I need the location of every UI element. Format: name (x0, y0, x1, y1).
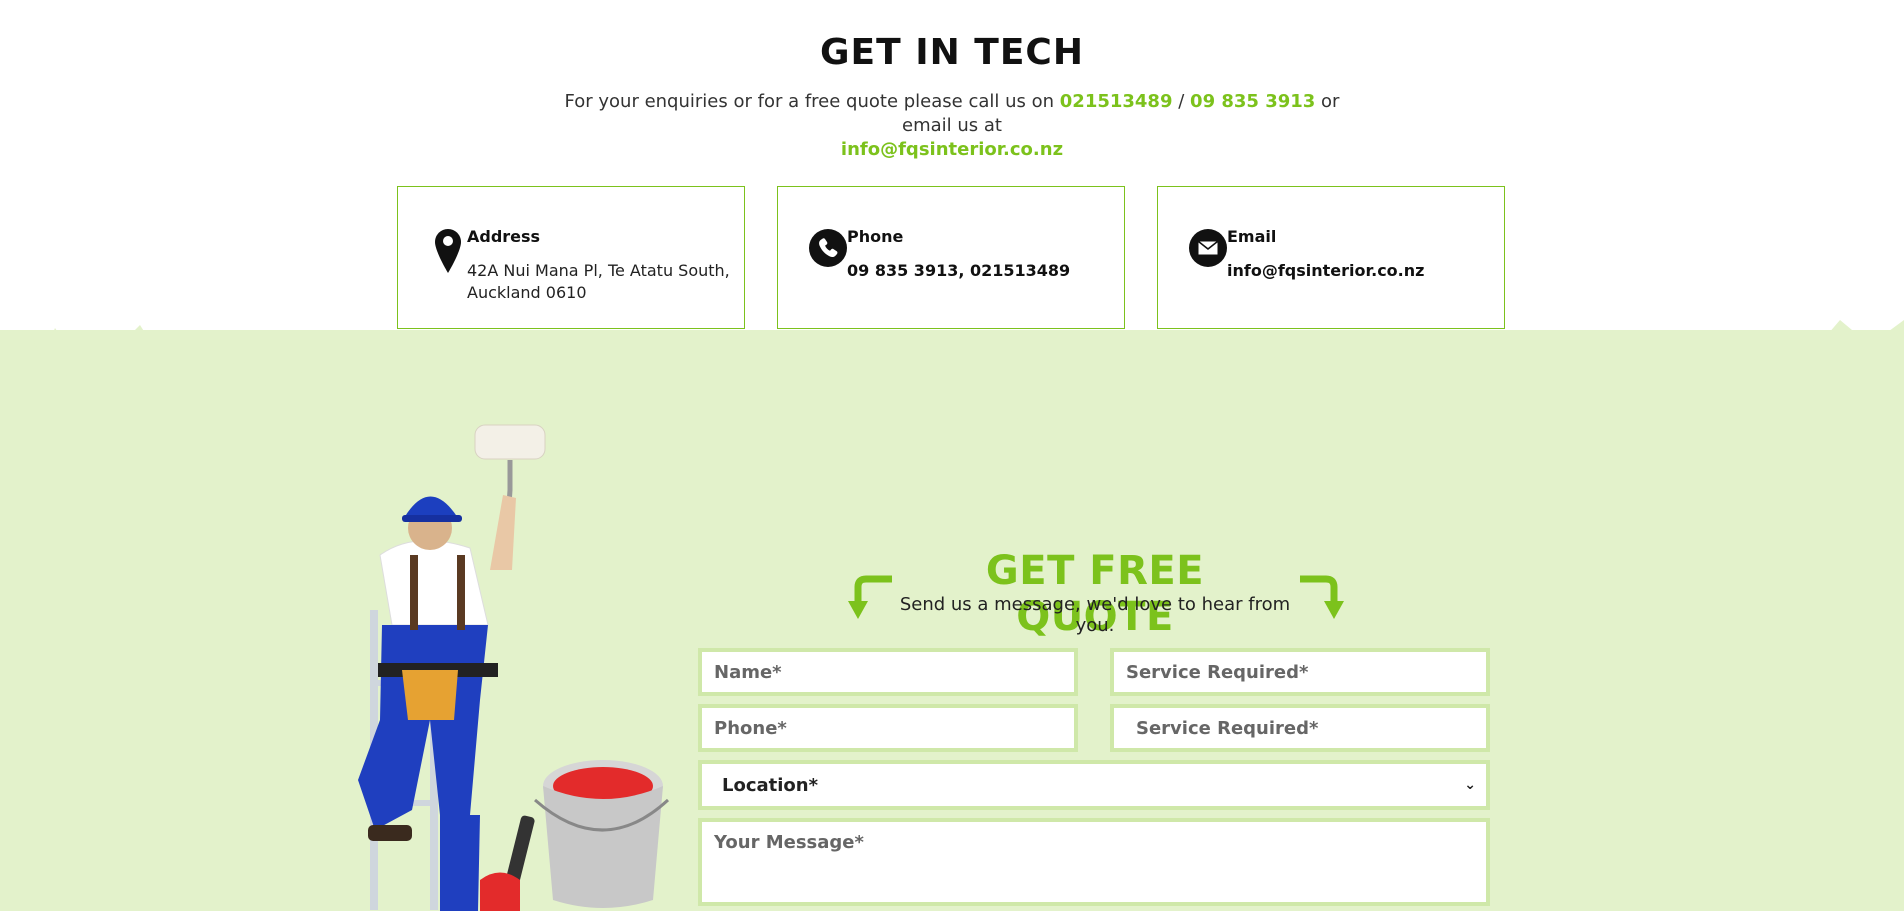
phone-link-2[interactable]: 09 835 3913 (1190, 91, 1315, 112)
service-field-2 (1110, 704, 1490, 752)
contact-section: GET IN TECH For your enquiries or for a … (0, 0, 1904, 330)
address-value: 42A Nui Mana Pl, Te Atatu South, Aucklan… (467, 261, 730, 302)
contact-title: GET IN TECH (820, 32, 1084, 73)
address-label: Address (467, 227, 541, 246)
email-label: Email (1227, 227, 1277, 246)
message-input[interactable] (702, 822, 1486, 902)
email-card: Email info@fqsinterior.co.nz (1157, 186, 1505, 329)
address-card: Address 42A Nui Mana Pl, Te Atatu South,… (397, 186, 745, 329)
email-value[interactable]: info@fqsinterior.co.nz (1227, 260, 1492, 282)
service-input-1[interactable] (1114, 652, 1486, 692)
phone-field (698, 704, 1078, 752)
phone-label: Phone (847, 227, 904, 246)
location-field: Location* ⌄ (698, 760, 1490, 810)
phone-value: 09 835 3913, 021513489 (847, 261, 1071, 280)
quote-subtitle: Send us a message, we'd love to hear fro… (899, 594, 1291, 636)
painter-illustration (358, 424, 670, 911)
name-field (698, 648, 1078, 696)
location-select[interactable]: Location* ⌄ (702, 764, 1486, 806)
chevron-down-icon: ⌄ (1464, 777, 1476, 793)
location-selected-value: Location* (722, 774, 819, 796)
contact-intro: For your enquiries or for a free quote p… (540, 90, 1364, 162)
phone-icon (808, 229, 848, 273)
phone-input[interactable] (702, 708, 1074, 748)
message-field (698, 818, 1490, 906)
envelope-icon (1188, 229, 1228, 273)
paint-splash-decoration (0, 320, 1904, 540)
intro-prefix: For your enquiries or for a free quote p… (564, 91, 1055, 112)
name-input[interactable] (702, 652, 1074, 692)
service-field-1 (1110, 648, 1490, 696)
intro-separator: / (1178, 91, 1185, 112)
phone-card: Phone 09 835 3913, 021513489 (777, 186, 1125, 329)
location-pin-icon (428, 229, 468, 273)
service-input-2[interactable] (1114, 708, 1486, 748)
email-link[interactable]: info@fqsinterior.co.nz (841, 139, 1063, 160)
phone-link-1[interactable]: 021513489 (1060, 91, 1173, 112)
